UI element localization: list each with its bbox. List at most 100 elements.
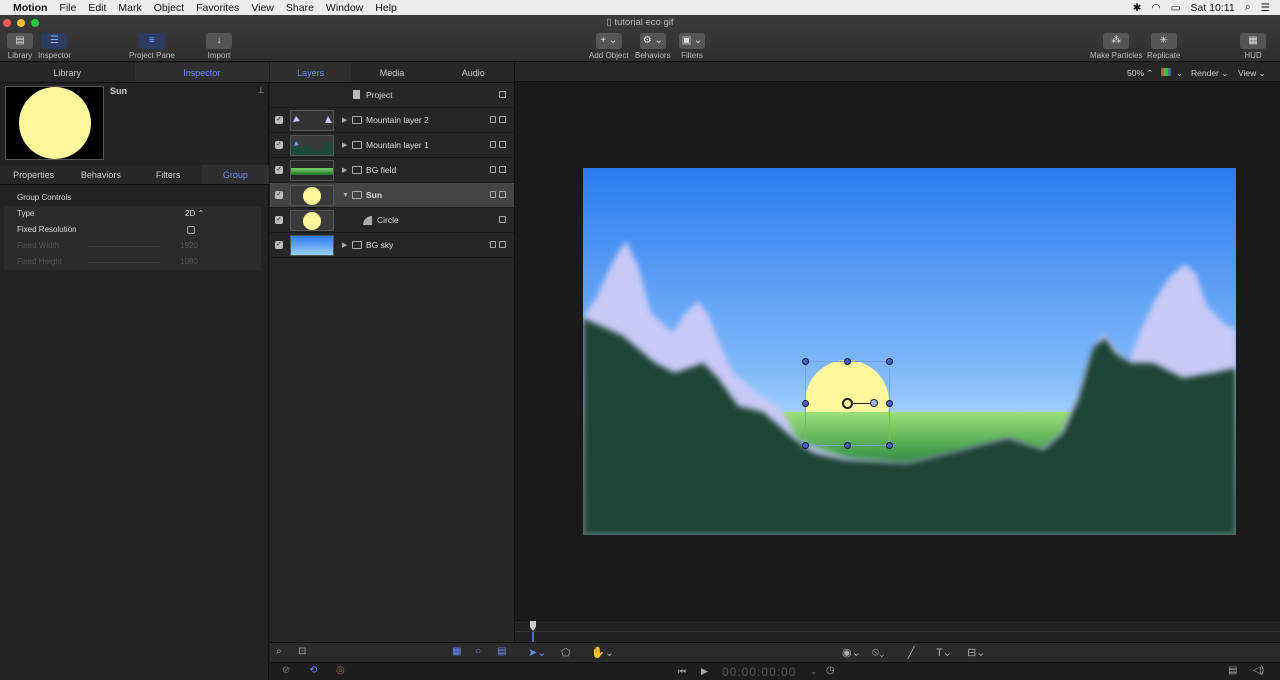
fixed-height-value[interactable]: 1080 bbox=[180, 254, 198, 270]
project-pane-button[interactable]: ≡ Project Pane bbox=[129, 33, 175, 60]
tab-inspector[interactable]: Inspector bbox=[134, 63, 269, 82]
layer-row-sun[interactable]: ✓ ▼ Sun bbox=[270, 183, 514, 208]
disclosure-triangle[interactable]: ▶ bbox=[342, 158, 347, 183]
visibility-checkbox[interactable]: ✓ bbox=[275, 216, 283, 224]
disclosure-triangle-open[interactable]: ▼ bbox=[342, 183, 349, 208]
layer-row-project[interactable]: Project bbox=[270, 83, 514, 108]
fixed-height-slider[interactable] bbox=[89, 262, 159, 263]
channels-chevron-icon[interactable]: ⌄ bbox=[1176, 68, 1183, 79]
filters-button[interactable]: ▣ ⌄ Filters bbox=[679, 33, 705, 60]
playhead-icon[interactable] bbox=[530, 621, 536, 631]
mask-icon[interactable] bbox=[490, 191, 496, 198]
visibility-checkbox[interactable]: ✓ bbox=[275, 241, 283, 249]
checkerboard-icon[interactable]: ▦ bbox=[452, 646, 461, 657]
clock[interactable]: Sat 10:11 bbox=[1191, 2, 1235, 14]
spotlight-icon[interactable]: ⌕ bbox=[1245, 1, 1251, 14]
menu-object[interactable]: Object bbox=[148, 2, 190, 14]
fixed-width-slider[interactable] bbox=[89, 246, 159, 247]
disclosure-triangle[interactable]: ▶ bbox=[342, 108, 347, 133]
inspector-toolbar-button[interactable]: ☰ Inspector bbox=[38, 33, 71, 60]
menu-window[interactable]: Window bbox=[320, 2, 369, 14]
handle-top-left[interactable] bbox=[802, 358, 809, 365]
timing-icon[interactable]: ◷ bbox=[826, 665, 835, 676]
shape-tool[interactable]: ⦸⌄ bbox=[872, 646, 884, 659]
tab-layers[interactable]: Layers bbox=[270, 63, 352, 82]
timecode-menu-chevron-icon[interactable]: ⌄ bbox=[810, 666, 818, 677]
wifi-icon[interactable]: ◠ bbox=[1151, 2, 1160, 14]
menu-mark[interactable]: Mark bbox=[112, 2, 147, 14]
rotation-handle[interactable] bbox=[870, 399, 878, 407]
go-to-start-icon[interactable]: ⏮ bbox=[678, 666, 686, 677]
circle-mask-icon[interactable]: ○ bbox=[475, 646, 481, 657]
search-icon[interactable]: ⌕ bbox=[276, 646, 282, 657]
menu-file[interactable]: File bbox=[53, 2, 82, 14]
visibility-checkbox[interactable]: ✓ bbox=[275, 141, 283, 149]
fixed-width-value[interactable]: 1920 bbox=[180, 238, 198, 254]
library-toolbar-button[interactable]: ▤ Library bbox=[7, 33, 33, 60]
tab-behaviors[interactable]: Behaviors bbox=[67, 165, 134, 184]
menu-favorites[interactable]: Favorites bbox=[190, 2, 245, 14]
tab-audio[interactable]: Audio bbox=[433, 63, 514, 82]
render-menu[interactable]: Render ⌄ bbox=[1191, 68, 1228, 79]
adjust-item-tool[interactable]: ⬠ bbox=[561, 646, 571, 659]
handle-left[interactable] bbox=[802, 400, 809, 407]
tab-library[interactable]: Library bbox=[0, 63, 135, 82]
disclosure-triangle[interactable]: ▶ bbox=[342, 133, 347, 158]
layer-row-circle[interactable]: ✓ Circle bbox=[270, 208, 514, 233]
play-button[interactable]: ▶ bbox=[701, 666, 708, 677]
layer-row-mountain-2[interactable]: ✓ ▶ Mountain layer 2 bbox=[270, 108, 514, 133]
add-layer-icon[interactable]: ⊡ bbox=[298, 646, 306, 657]
handle-bottom-left[interactable] bbox=[802, 442, 809, 449]
timing-pane-icon[interactable]: ▤ bbox=[1228, 665, 1237, 676]
hud-button[interactable]: ▦ HUD bbox=[1240, 33, 1266, 60]
zoom-popup[interactable]: 50% ⌃ bbox=[1127, 68, 1154, 79]
lock-icon[interactable] bbox=[499, 166, 506, 173]
anchor-point-icon[interactable] bbox=[842, 398, 853, 409]
paint-stroke-tool[interactable]: ╱ bbox=[908, 646, 915, 659]
mask-icon[interactable] bbox=[490, 141, 496, 148]
handle-right[interactable] bbox=[886, 400, 893, 407]
audio-mute-icon[interactable]: ⊘ bbox=[282, 665, 290, 676]
audio-timeline-icon[interactable]: ◁) bbox=[1253, 665, 1264, 676]
color-channels-icon[interactable] bbox=[1161, 68, 1171, 76]
menu-edit[interactable]: Edit bbox=[82, 2, 112, 14]
loop-icon[interactable]: ⟲ bbox=[309, 665, 317, 676]
layer-row-mountain-1[interactable]: ✓ ▶ Mountain layer 1 bbox=[270, 133, 514, 158]
add-object-button[interactable]: + ⌄ Add Object bbox=[589, 33, 629, 60]
disclosure-triangle[interactable]: ▶ bbox=[342, 233, 347, 258]
scene-canvas[interactable] bbox=[583, 168, 1236, 535]
replicate-button[interactable]: ✳ Replicate bbox=[1147, 33, 1180, 60]
lock-icon[interactable] bbox=[499, 91, 506, 98]
pan-tool[interactable]: ✋⌄ bbox=[591, 646, 614, 659]
type-popup[interactable]: 2D ⌃ bbox=[185, 206, 204, 222]
menu-help[interactable]: Help bbox=[369, 2, 403, 14]
text-tool[interactable]: T⌄ bbox=[936, 646, 952, 659]
import-button[interactable]: ↓ Import bbox=[206, 33, 232, 60]
handle-top-right[interactable] bbox=[886, 358, 893, 365]
behaviors-button[interactable]: ⚙ ⌄ Behaviors bbox=[635, 33, 671, 60]
tab-properties[interactable]: Properties bbox=[0, 165, 67, 184]
make-particles-button[interactable]: ⁂ Make Particles bbox=[1090, 33, 1142, 60]
handle-top[interactable] bbox=[844, 358, 851, 365]
lock-icon[interactable] bbox=[499, 116, 506, 123]
select-transform-tool[interactable]: ➤⌄ bbox=[528, 646, 546, 659]
airplay-icon[interactable]: ▭ bbox=[1171, 2, 1181, 14]
app-menu[interactable]: Motion bbox=[0, 2, 53, 14]
record-icon[interactable]: ◎ bbox=[336, 665, 345, 676]
layer-row-bg-sky[interactable]: ✓ ▶ BG sky bbox=[270, 233, 514, 258]
lock-icon[interactable] bbox=[499, 141, 506, 148]
lock-icon[interactable] bbox=[499, 216, 506, 223]
handle-bottom-right[interactable] bbox=[886, 442, 893, 449]
visibility-checkbox[interactable]: ✓ bbox=[275, 191, 283, 199]
handle-bottom[interactable] bbox=[844, 442, 851, 449]
visibility-checkbox[interactable]: ✓ bbox=[275, 116, 283, 124]
tab-media[interactable]: Media bbox=[351, 63, 432, 82]
3d-view-tool[interactable]: ◉⌄ bbox=[842, 646, 861, 659]
menu-view[interactable]: View bbox=[245, 2, 280, 14]
tab-filters[interactable]: Filters bbox=[135, 165, 202, 184]
mask-icon[interactable] bbox=[490, 241, 496, 248]
lock-icon[interactable] bbox=[499, 241, 506, 248]
layer-row-bg-field[interactable]: ✓ ▶ BG field bbox=[270, 158, 514, 183]
mini-timeline[interactable] bbox=[515, 620, 1280, 643]
mask-icon[interactable] bbox=[490, 116, 496, 123]
